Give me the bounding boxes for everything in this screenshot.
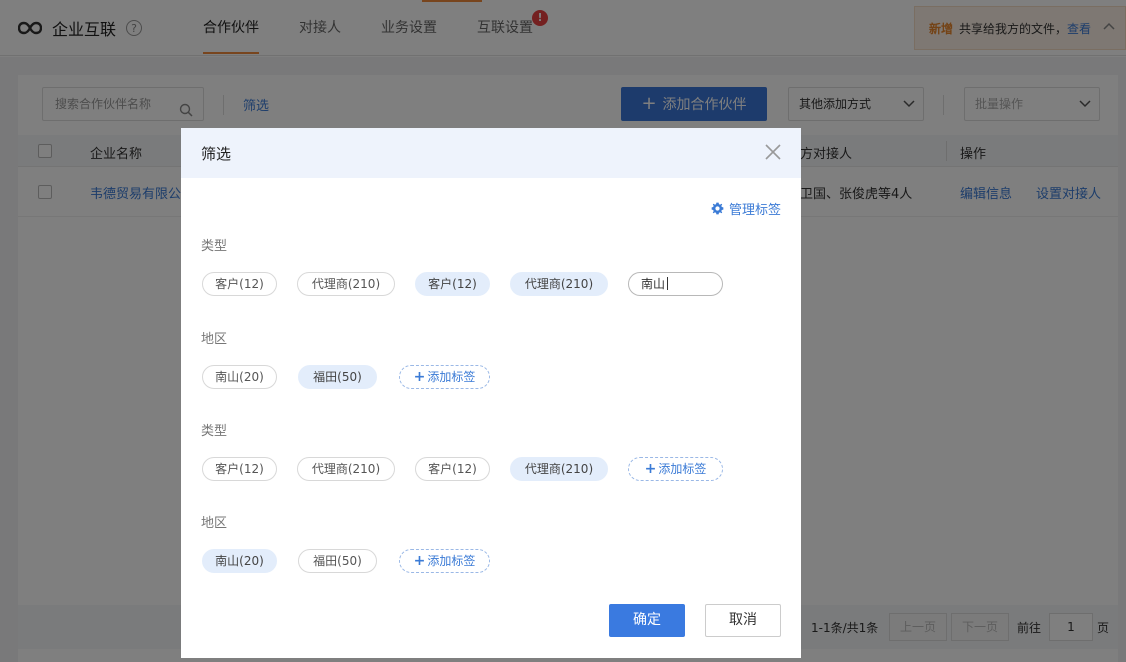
section-label-type: 类型	[201, 424, 228, 439]
plus-icon: +	[413, 369, 426, 385]
confirm-button[interactable]: 确定	[609, 604, 685, 637]
section-label-type: 类型	[201, 239, 228, 254]
tag-chip[interactable]: 客户(12)	[202, 457, 277, 481]
cancel-button[interactable]: 取消	[705, 604, 781, 637]
tag-chip-selected[interactable]: 客户(12)	[415, 272, 490, 296]
tag-chip-selected[interactable]: 南山(20)	[202, 549, 277, 573]
dialog-title: 筛选	[201, 145, 232, 163]
filter-dialog: 筛选 管理标签 类型 客户(12) 代理商(210) 客户(12) 代理商(21…	[181, 128, 801, 658]
tag-chip[interactable]: 代理商(210)	[297, 272, 395, 296]
tag-chip[interactable]: 客户(12)	[415, 457, 490, 481]
tag-chip-selected[interactable]: 代理商(210)	[510, 272, 608, 296]
tag-chip-selected[interactable]: 代理商(210)	[510, 457, 608, 481]
plus-icon: +	[644, 461, 657, 477]
close-icon[interactable]	[763, 142, 783, 162]
new-tag-input-value: 南山	[641, 277, 666, 291]
add-tag-label: 添加标签	[427, 370, 476, 384]
add-tag-button[interactable]: + 添加标签	[628, 457, 723, 481]
add-tag-label: 添加标签	[427, 554, 476, 568]
section-label-region: 地区	[201, 332, 228, 347]
tag-chip[interactable]: 福田(50)	[298, 549, 377, 573]
section-label-region: 地区	[201, 516, 228, 531]
tag-chip[interactable]: 代理商(210)	[297, 457, 395, 481]
tag-chip-selected[interactable]: 福田(50)	[298, 365, 377, 389]
manage-tags-label: 管理标签	[728, 203, 781, 218]
gear-icon	[711, 202, 724, 215]
add-tag-label: 添加标签	[658, 462, 707, 476]
add-tag-button[interactable]: + 添加标签	[399, 365, 490, 389]
manage-tags-link[interactable]: 管理标签	[711, 199, 781, 218]
text-caret	[667, 277, 669, 290]
dialog-header: 筛选	[181, 128, 801, 178]
plus-icon: +	[413, 553, 426, 569]
add-tag-button[interactable]: + 添加标签	[399, 549, 490, 573]
tag-chip[interactable]: 客户(12)	[202, 272, 277, 296]
new-tag-input[interactable]: 南山	[628, 272, 723, 296]
tag-chip[interactable]: 南山(20)	[202, 365, 277, 389]
